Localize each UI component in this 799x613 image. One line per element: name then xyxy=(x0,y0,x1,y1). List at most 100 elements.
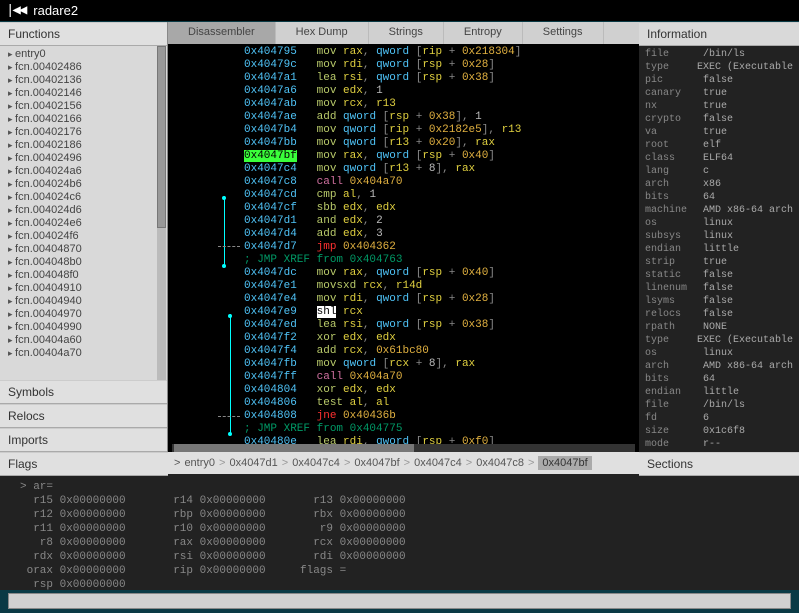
disasm-line[interactable]: 0x4047dc mov rax, qword [rsp + 0x40] xyxy=(244,267,639,280)
tab-strings[interactable]: Strings xyxy=(369,22,444,44)
info-row: file/bin/ls xyxy=(645,399,793,412)
disasm-line[interactable]: 0x4047fb mov qword [rcx + 8], rax xyxy=(244,358,639,371)
disasm-line[interactable]: ; JMP XREF from 0x404775 xyxy=(244,423,639,436)
disasm-line[interactable]: 0x404806 test al, al xyxy=(244,397,639,410)
h-scrollbar-thumb[interactable] xyxy=(174,444,414,452)
symbols-header[interactable]: Symbols xyxy=(0,380,167,404)
functions-list[interactable]: entry0fcn.00402486fcn.00402136fcn.004021… xyxy=(0,46,167,380)
tab-disassembler[interactable]: Disassembler xyxy=(168,22,276,44)
fn-item[interactable]: fcn.004024a6 xyxy=(0,165,167,178)
info-row: machineAMD x86-64 arch xyxy=(645,204,793,217)
disasm-line[interactable]: 0x4047a6 mov edx, 1 xyxy=(244,85,639,98)
disasm-line[interactable]: 0x4047ae add qword [rsp + 0x38], 1 xyxy=(244,111,639,124)
disasm-line[interactable]: 0x4047e1 movsxd rcx, r14d xyxy=(244,280,639,293)
info-row: archAMD x86-64 arch xyxy=(645,360,793,373)
disasm-line[interactable]: 0x40479c mov rdi, qword [rsp + 0x28] xyxy=(244,59,639,72)
command-input[interactable] xyxy=(8,593,791,609)
app-title: radare2 xyxy=(33,3,78,18)
fn-item[interactable]: fcn.00402156 xyxy=(0,100,167,113)
relocs-header[interactable]: Relocs xyxy=(0,404,167,428)
disasm-line[interactable]: 0x4047f2 xor edx, edx xyxy=(244,332,639,345)
fn-item[interactable]: fcn.004024d6 xyxy=(0,204,167,217)
breadcrumb-item[interactable]: entry0 xyxy=(184,457,215,469)
fn-item[interactable]: fcn.004048f0 xyxy=(0,269,167,282)
info-row: classELF64 xyxy=(645,152,793,165)
fn-item[interactable]: fcn.00404970 xyxy=(0,308,167,321)
disasm-line[interactable]: 0x4047ff call 0x404a70 xyxy=(244,371,639,384)
disasm-line[interactable]: 0x404808 jne 0x40436b xyxy=(244,410,639,423)
fn-item[interactable]: fcn.00402136 xyxy=(0,74,167,87)
scrollbar-thumb[interactable] xyxy=(157,46,166,228)
fn-item[interactable]: fcn.004048b0 xyxy=(0,256,167,269)
imports-header[interactable]: Imports xyxy=(0,428,167,452)
information-body: file/bin/ls typeEXEC (Executable picfalse c… xyxy=(639,46,799,453)
breadcrumb-current: 0x4047bf xyxy=(538,456,591,470)
info-row: typeEXEC (Executable xyxy=(645,334,793,347)
sections-header[interactable]: Sections xyxy=(639,452,799,476)
disasm-line[interactable]: 0x4047ab mov rcx, r13 xyxy=(244,98,639,111)
info-row: archx86 xyxy=(645,178,793,191)
fn-item[interactable]: fcn.004024f6 xyxy=(0,230,167,243)
disasm-line[interactable]: 0x404804 xor edx, edx xyxy=(244,384,639,397)
disasm-line[interactable]: 0x4047e9 shl rcx xyxy=(244,306,639,319)
fn-item[interactable]: fcn.00402146 xyxy=(0,87,167,100)
functions-header[interactable]: Functions xyxy=(0,22,167,46)
disasm-line[interactable]: 0x404795 mov rax, qword [rip + 0x218304] xyxy=(244,46,639,59)
disasm-line[interactable]: 0x4047d4 add edx, 3 xyxy=(244,228,639,241)
disasm-line[interactable]: 0x4047f4 add rcx, 0x61bc80 xyxy=(244,345,639,358)
info-row: size0x1c6f8 xyxy=(645,425,793,438)
information-header[interactable]: Information xyxy=(639,22,799,46)
fn-item[interactable]: fcn.00402176 xyxy=(0,126,167,139)
fn-item[interactable]: fcn.004024c6 xyxy=(0,191,167,204)
disasm-line[interactable]: 0x4047bb mov qword [r13 + 0x20], rax xyxy=(244,137,639,150)
breadcrumb-item[interactable]: 0x4047d1 xyxy=(229,457,277,469)
tab-hex-dump[interactable]: Hex Dump xyxy=(276,22,369,44)
tab-entropy[interactable]: Entropy xyxy=(444,22,523,44)
info-row: rootelf xyxy=(645,139,793,152)
fn-item[interactable]: fcn.004024e6 xyxy=(0,217,167,230)
fn-item[interactable]: fcn.00404910 xyxy=(0,282,167,295)
fn-item[interactable]: fcn.00404870 xyxy=(0,243,167,256)
fn-item[interactable]: fcn.004024b6 xyxy=(0,178,167,191)
fn-item[interactable]: entry0 xyxy=(0,48,167,61)
breadcrumb-item[interactable]: 0x4047bf xyxy=(354,457,399,469)
info-row: nxtrue xyxy=(645,100,793,113)
breadcrumb[interactable]: > entry0 > 0x4047d1 > 0x4047c4 > 0x4047b… xyxy=(168,452,639,474)
disasm-line[interactable]: 0x4047ed lea rsi, qword [rsp + 0x38] xyxy=(244,319,639,332)
breadcrumb-item[interactable]: 0x4047c4 xyxy=(414,457,462,469)
disasm-line[interactable]: 0x4047c4 mov qword [r13 + 8], rax xyxy=(244,163,639,176)
disasm-line[interactable]: 0x4047c8 call 0x404a70 xyxy=(244,176,639,189)
fn-item[interactable]: fcn.00404a60 xyxy=(0,334,167,347)
nav-back-icons[interactable]: |◀◀ xyxy=(6,2,25,19)
disasm-line[interactable]: 0x4047cf sbb edx, edx xyxy=(244,202,639,215)
fn-item[interactable]: fcn.00404990 xyxy=(0,321,167,334)
disasm-line[interactable]: 0x4047bf mov rax, qword [rsp + 0x40] xyxy=(244,150,639,163)
fn-item[interactable]: fcn.00404a70 xyxy=(0,347,167,360)
disasm-line[interactable]: 0x4047b4 mov qword [rip + 0x2182e5], r13 xyxy=(244,124,639,137)
disasm-line[interactable]: 0x4047d7 jmp 0x404362 xyxy=(244,241,639,254)
disasm-line[interactable]: 0x4047e4 mov rdi, qword [rsp + 0x28] xyxy=(244,293,639,306)
fn-item[interactable]: fcn.00402166 xyxy=(0,113,167,126)
breadcrumb-item[interactable]: 0x4047c8 xyxy=(476,457,524,469)
flags-header[interactable]: Flags xyxy=(0,452,168,476)
disasm-line[interactable]: 0x4047d1 and edx, 2 xyxy=(244,215,639,228)
info-row: staticfalse xyxy=(645,269,793,282)
tab-settings[interactable]: Settings xyxy=(523,22,604,44)
info-row: picfalse xyxy=(645,74,793,87)
disassembler-view[interactable]: 0x404795 mov rax, qword [rip + 0x218304]… xyxy=(168,44,639,452)
breadcrumb-item[interactable]: 0x4047c4 xyxy=(292,457,340,469)
fn-item[interactable]: fcn.00402496 xyxy=(0,152,167,165)
fn-item[interactable]: fcn.00402486 xyxy=(0,61,167,74)
info-row: vatrue xyxy=(645,126,793,139)
info-row: endianlittle xyxy=(645,243,793,256)
info-row: moder-- xyxy=(645,438,793,451)
info-row: striptrue xyxy=(645,256,793,269)
fn-item[interactable]: fcn.00404940 xyxy=(0,295,167,308)
title-bar: |◀◀ radare2 xyxy=(0,0,799,22)
info-row: langc xyxy=(645,165,793,178)
right-panel: Information file/bin/ls typeEXEC (Executa… xyxy=(639,22,799,452)
disasm-line[interactable]: ; JMP XREF from 0x404763 xyxy=(244,254,639,267)
fn-item[interactable]: fcn.00402186 xyxy=(0,139,167,152)
disasm-line[interactable]: 0x4047cd cmp al, 1 xyxy=(244,189,639,202)
disasm-line[interactable]: 0x4047a1 lea rsi, qword [rsp + 0x38] xyxy=(244,72,639,85)
